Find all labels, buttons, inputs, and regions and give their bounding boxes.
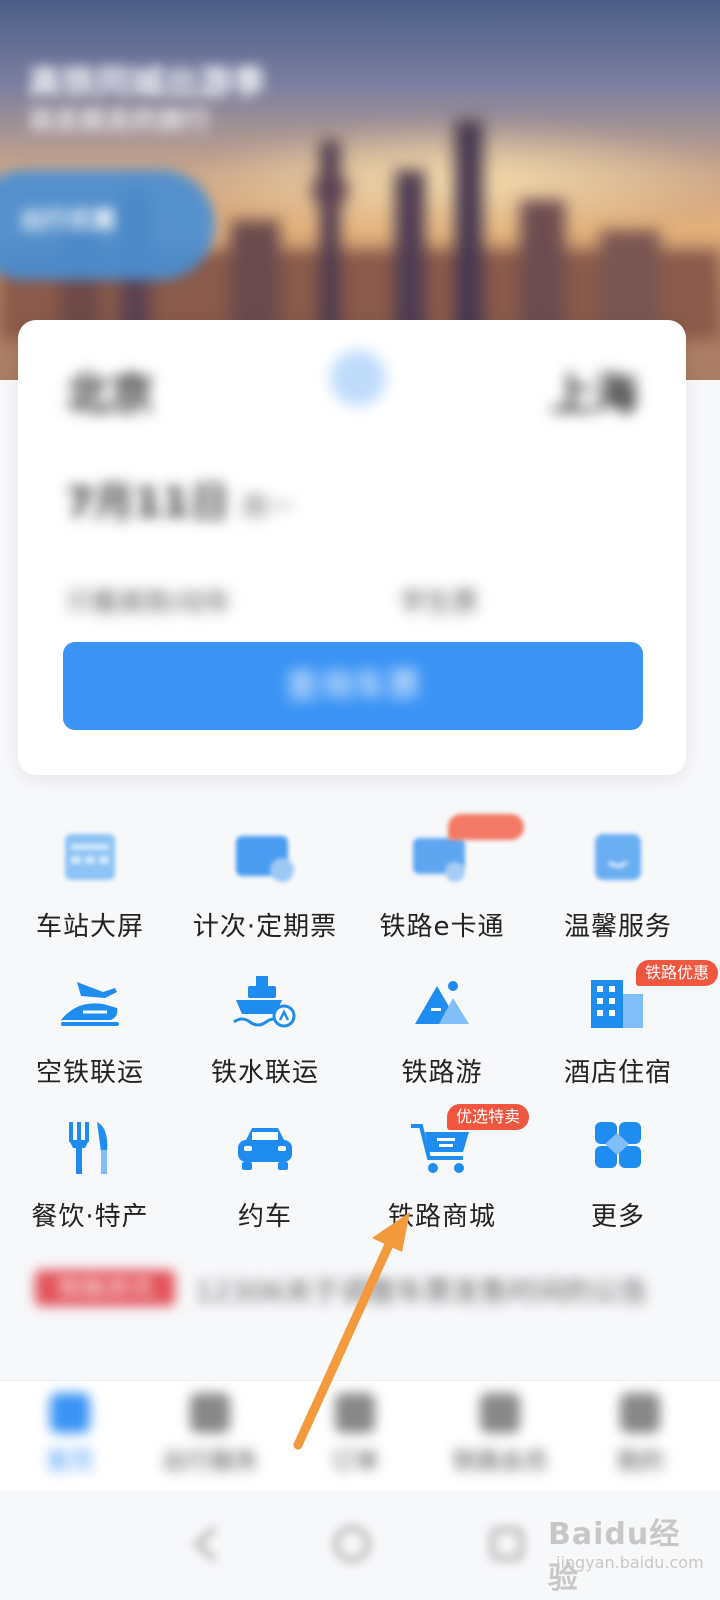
tab-label: 我的	[616, 1447, 664, 1475]
service-ship-rail[interactable]: 铁水联运	[175, 968, 355, 1089]
watermark-sub: jingyan.baidu.com	[556, 1553, 704, 1572]
tab-label: 出行服务	[162, 1447, 258, 1475]
service-label: 计次·定期票	[192, 912, 338, 942]
service-e-card[interactable]: 铁路e卡通	[352, 814, 532, 943]
e-card-badge	[448, 814, 524, 840]
service-label: 空铁联运	[35, 1058, 144, 1088]
departure-date[interactable]: 7月11日 周一	[66, 470, 294, 528]
service-label: 铁路e卡通	[379, 912, 505, 942]
service-hotel[interactable]: 铁路优惠 酒店住宿	[528, 960, 719, 1089]
high-speed-only-option[interactable]: 只看高铁/动车	[66, 582, 231, 619]
service-label: 餐饮·特产	[31, 1202, 149, 1232]
back-nav-icon[interactable]	[185, 1522, 229, 1566]
car-icon	[238, 1128, 292, 1170]
news-tag-label: 铁路资讯	[57, 1274, 153, 1302]
weekday-value: 周一	[241, 493, 294, 523]
service-label: 更多	[590, 1202, 645, 1232]
station-screen-icon	[65, 834, 115, 880]
profile-icon	[620, 1393, 660, 1433]
tab-home[interactable]: 首页	[0, 1393, 140, 1476]
query-tickets-button[interactable]: 查询车票	[63, 642, 643, 730]
tab-label: 铁路会员	[452, 1447, 548, 1475]
service-station-screen[interactable]: 车站大屏	[0, 822, 180, 943]
travel-service-icon	[190, 1393, 230, 1433]
service-label: 铁路商城	[387, 1202, 496, 1232]
orders-icon	[335, 1393, 375, 1433]
tab-membership[interactable]: 铁路会员	[430, 1393, 570, 1476]
service-care[interactable]: 温馨服务	[528, 822, 708, 943]
service-rail-travel[interactable]: 铁路游	[352, 968, 532, 1089]
tab-label: 订单	[331, 1447, 379, 1475]
home-nav-icon[interactable]	[330, 1522, 374, 1566]
tab-orders[interactable]: 订单	[285, 1393, 425, 1476]
swap-cities-button[interactable]	[330, 350, 386, 406]
service-label: 铁水联运	[210, 1058, 319, 1088]
service-ride[interactable]: 约车	[175, 1112, 355, 1233]
to-city[interactable]: 上海	[550, 358, 638, 422]
recents-nav-icon[interactable]	[485, 1522, 529, 1566]
service-label: 铁路游	[401, 1058, 483, 1088]
date-value: 7月11日	[66, 480, 230, 526]
air-rail-icon	[61, 982, 119, 1026]
service-ticket-pass[interactable]: 计次·定期票	[175, 822, 355, 943]
tab-travel-service[interactable]: 出行服务	[140, 1393, 280, 1476]
baidu-jingyan-watermark: Baidu经验 jingyan.baidu.com	[548, 1495, 708, 1596]
membership-icon	[480, 1393, 520, 1433]
service-rail-mall[interactable]: 优选特卖 铁路商城	[352, 1104, 532, 1233]
service-label: 车站大屏	[35, 912, 144, 942]
service-label: 酒店住宿	[563, 1058, 672, 1088]
service-icon	[595, 834, 641, 880]
service-label: 约车	[237, 1202, 292, 1232]
hero-headline: 高铁同城出游季	[28, 63, 266, 103]
ship-rail-icon	[233, 976, 296, 1028]
ticket-search-card: 北京 上海 7月11日 周一 只看高铁/动车 学生票 查询车票	[18, 320, 686, 775]
hero-subline: 说走就走的旅行	[28, 106, 211, 136]
hero-promo-label: 出行优惠	[20, 206, 116, 234]
service-dining[interactable]: 餐饮·特产	[0, 1112, 180, 1233]
more-grid-icon	[595, 1122, 641, 1168]
tab-label: 首页	[46, 1447, 94, 1475]
news-text: 12306关于调整车票发售时间的公告	[195, 1275, 649, 1308]
from-city[interactable]: 北京	[66, 358, 154, 422]
fork-knife-icon	[69, 1122, 108, 1174]
service-label: 温馨服务	[563, 912, 672, 942]
student-ticket-option[interactable]: 学生票	[400, 582, 478, 619]
hotel-badge: 铁路优惠	[636, 960, 719, 986]
tab-profile[interactable]: 我的	[570, 1393, 710, 1476]
service-more[interactable]: 更多	[528, 1112, 708, 1233]
query-tickets-label: 查询车票	[285, 666, 421, 706]
service-air-rail[interactable]: 空铁联运	[0, 968, 180, 1089]
ticket-pass-icon	[236, 836, 294, 882]
bottom-tab-bar: 首页 出行服务 订单 铁路会员 我的	[0, 1380, 720, 1491]
news-ticker[interactable]: 铁路资讯 12306关于调整车票发售时间的公告	[35, 1262, 675, 1314]
mountain-travel-icon	[415, 981, 469, 1024]
mall-badge: 优选特卖	[447, 1104, 530, 1130]
home-icon	[50, 1393, 90, 1433]
